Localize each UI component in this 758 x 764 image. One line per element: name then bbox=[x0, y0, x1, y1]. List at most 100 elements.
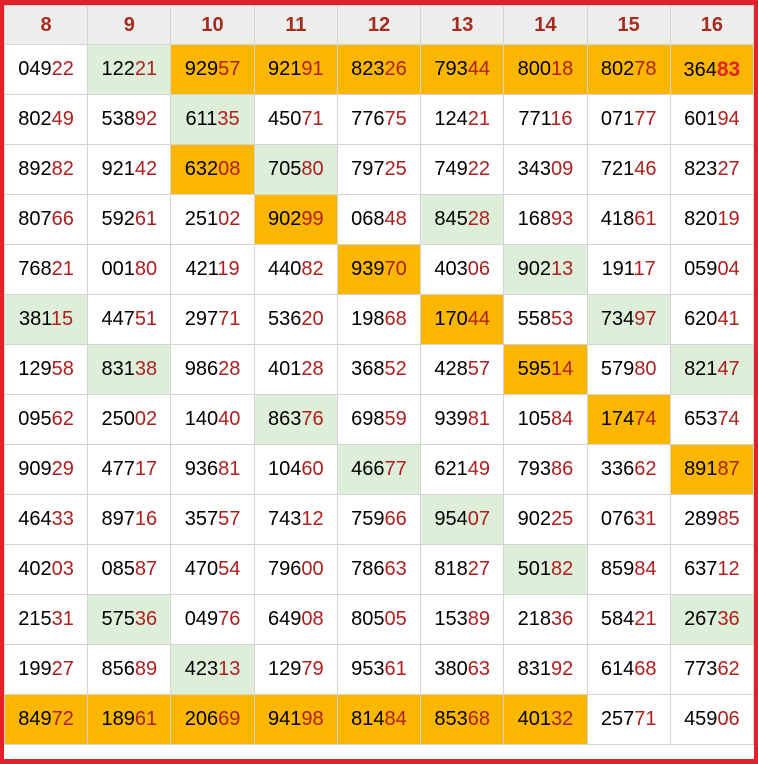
number-prefix: 401 bbox=[267, 358, 302, 380]
number-prefix: 749 bbox=[434, 158, 468, 180]
number-cell: 98628 bbox=[170, 344, 255, 395]
number-suffix: 08 bbox=[301, 608, 324, 630]
number-suffix: 63 bbox=[384, 558, 407, 580]
number-cell: 44751 bbox=[87, 294, 172, 345]
number-cell: 18961 bbox=[87, 694, 172, 745]
number-prefix: 986 bbox=[184, 358, 219, 380]
number-cell: 82147 bbox=[669, 344, 754, 395]
column-header: 8 bbox=[4, 5, 89, 45]
number-cell: 07631 bbox=[586, 494, 671, 545]
number-suffix: 15 bbox=[50, 308, 74, 330]
number-suffix: 72 bbox=[51, 708, 74, 730]
number-cell: 73497 bbox=[586, 294, 671, 345]
table-row: 40203 08587 47054 79600 78663 81827 50182 85984… bbox=[4, 544, 754, 595]
number-suffix: 71 bbox=[301, 108, 324, 130]
number-prefix: 759 bbox=[351, 508, 385, 530]
number-suffix: 84 bbox=[634, 558, 657, 580]
number-prefix: 153 bbox=[434, 608, 468, 630]
results-table-frame: 8 9 10 11 12 13 14 15 16 04922 12221 92957 92191 823… bbox=[0, 0, 758, 764]
number-prefix: 104 bbox=[267, 458, 302, 480]
number-suffix: 02 bbox=[218, 208, 241, 230]
number-suffix: 35 bbox=[217, 108, 240, 130]
number-cell: 74922 bbox=[420, 144, 505, 195]
number-cell: 16893 bbox=[503, 194, 588, 245]
number-suffix: 86 bbox=[550, 458, 574, 480]
number-prefix: 267 bbox=[684, 608, 718, 630]
number-suffix: 36 bbox=[550, 608, 574, 630]
number-prefix: 632 bbox=[184, 158, 219, 180]
number-suffix: 98 bbox=[301, 708, 324, 730]
number-prefix: 095 bbox=[18, 408, 52, 430]
number-cell: 59261 bbox=[87, 194, 172, 245]
number-prefix: 470 bbox=[184, 558, 219, 580]
number-prefix: 459 bbox=[684, 708, 718, 730]
number-prefix: 250 bbox=[101, 408, 135, 430]
number-suffix: 33 bbox=[51, 508, 74, 530]
table-row: 04922 12221 92957 92191 82326 79344 80018 80278… bbox=[4, 44, 754, 95]
number-suffix: 05 bbox=[384, 608, 407, 630]
number-prefix: 821 bbox=[684, 358, 718, 380]
table-row: 84972 18961 20669 94198 81484 85368 40132 25771… bbox=[4, 694, 754, 745]
number-prefix: 953 bbox=[351, 658, 385, 680]
table-row: 90929 47717 93681 10460 46677 62149 79386 33662… bbox=[4, 444, 754, 495]
number-suffix: 94 bbox=[717, 108, 740, 130]
number-cell: 95361 bbox=[336, 644, 422, 695]
number-prefix: 140 bbox=[184, 408, 219, 430]
number-cell: 09562 bbox=[4, 394, 89, 445]
number-prefix: 199 bbox=[18, 658, 52, 680]
number-prefix: 902 bbox=[267, 208, 302, 230]
table-row: 19927 85689 42313 12979 95361 38063 83192 61468… bbox=[4, 644, 754, 695]
number-cell: 92191 bbox=[253, 44, 338, 95]
number-prefix: 174 bbox=[600, 408, 635, 430]
table-body: 04922 12221 92957 92191 82326 79344 80018 80278… bbox=[4, 44, 754, 745]
number-suffix: 17 bbox=[134, 458, 158, 480]
number-suffix: 62 bbox=[51, 408, 74, 430]
number-cell: 44082 bbox=[253, 244, 338, 295]
number-prefix: 796 bbox=[267, 558, 302, 580]
number-cell: 63712 bbox=[669, 544, 754, 595]
number-suffix: 31 bbox=[634, 508, 657, 530]
number-cell: 42857 bbox=[420, 344, 505, 395]
table-row: 09562 25002 14040 86376 69859 93981 10584 17474… bbox=[4, 394, 754, 445]
number-cell: 63208 bbox=[170, 144, 255, 195]
number-suffix: 61 bbox=[134, 208, 158, 230]
number-cell: 25102 bbox=[170, 194, 255, 245]
number-suffix: 82 bbox=[51, 158, 74, 180]
number-suffix: 57 bbox=[218, 508, 241, 530]
number-prefix: 595 bbox=[517, 358, 551, 380]
number-suffix: 87 bbox=[717, 458, 740, 480]
number-prefix: 380 bbox=[434, 658, 468, 680]
number-cell: 72146 bbox=[586, 144, 671, 195]
number-suffix: 14 bbox=[550, 358, 574, 380]
number-suffix: 17 bbox=[633, 258, 656, 280]
number-prefix: 538 bbox=[101, 108, 135, 130]
number-suffix: 40 bbox=[218, 408, 241, 430]
number-prefix: 859 bbox=[600, 558, 635, 580]
number-cell: 28985 bbox=[669, 494, 754, 545]
results-table: 8 9 10 11 12 13 14 15 16 04922 12221 92957 92191 823… bbox=[4, 5, 754, 745]
number-suffix: 27 bbox=[467, 558, 491, 580]
number-prefix: 477 bbox=[101, 458, 135, 480]
number-suffix: 87 bbox=[134, 558, 158, 580]
number-suffix: 80 bbox=[134, 258, 158, 280]
number-suffix: 82 bbox=[550, 558, 574, 580]
number-prefix: 776 bbox=[351, 108, 385, 130]
number-suffix: 60 bbox=[301, 458, 324, 480]
number-cell: 47054 bbox=[170, 544, 255, 595]
number-suffix: 62 bbox=[634, 458, 657, 480]
number-suffix: 32 bbox=[550, 708, 574, 730]
number-cell: 42313 bbox=[170, 644, 255, 695]
number-cell: 59514 bbox=[503, 344, 588, 395]
number-suffix: 25 bbox=[384, 158, 407, 180]
number-suffix: 38 bbox=[134, 358, 158, 380]
number-cell: 81484 bbox=[336, 694, 422, 745]
number-cell: 77675 bbox=[336, 94, 422, 145]
number-cell: 25771 bbox=[586, 694, 671, 745]
number-prefix: 805 bbox=[351, 608, 385, 630]
number-cell: 21836 bbox=[503, 594, 588, 645]
number-prefix: 856 bbox=[101, 658, 135, 680]
number-suffix: 71 bbox=[218, 308, 241, 330]
number-prefix: 939 bbox=[351, 258, 385, 280]
number-suffix: 61 bbox=[384, 658, 407, 680]
number-suffix: 68 bbox=[384, 308, 407, 330]
